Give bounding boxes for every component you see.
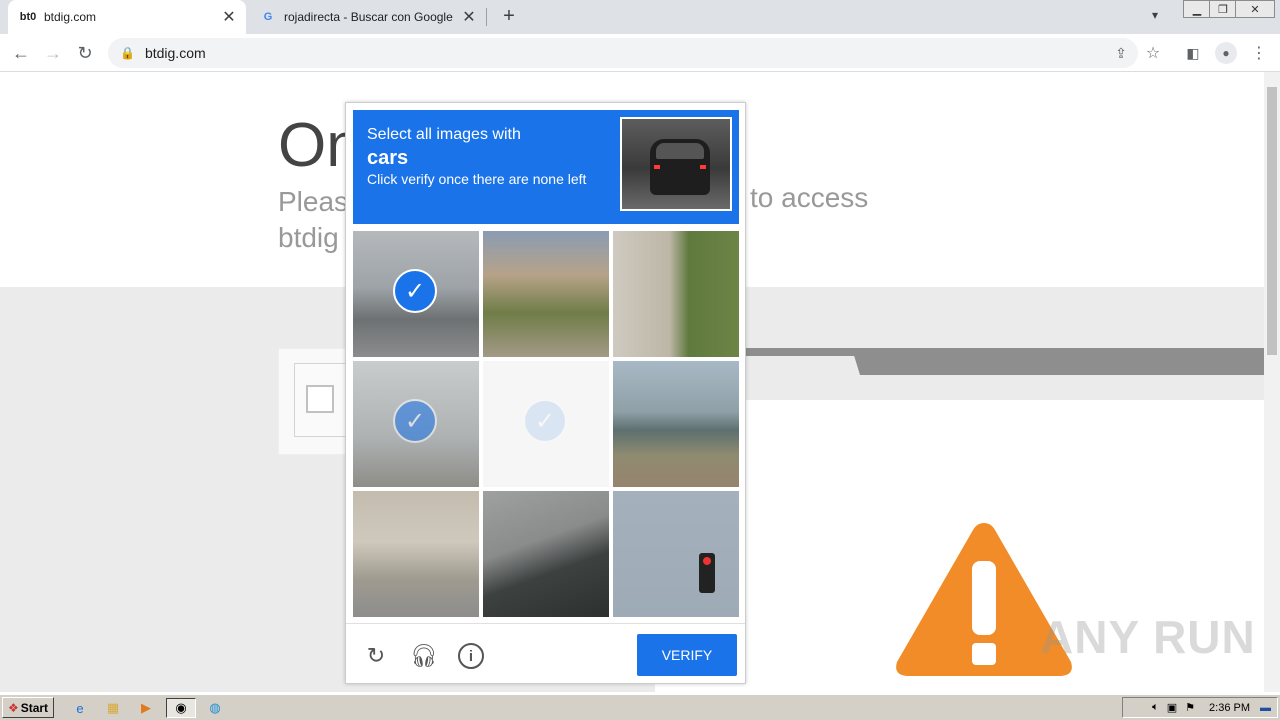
volume-icon[interactable]: 🔈︎ bbox=[1152, 701, 1159, 714]
captcha-tile-6[interactable] bbox=[613, 361, 739, 487]
tab-btdig[interactable]: bt0 btdig.com ✕ bbox=[8, 0, 246, 34]
show-desktop-icon[interactable]: ▬ bbox=[1260, 702, 1271, 714]
window-close-icon[interactable]: ✕ bbox=[1235, 0, 1275, 18]
share-icon[interactable]: ⇪ bbox=[1108, 40, 1134, 66]
edge-icon[interactable]: ◍ bbox=[205, 698, 225, 718]
tab-strip: bt0 btdig.com ✕ G rojadirecta - Buscar c… bbox=[0, 0, 1280, 34]
captcha-example-image bbox=[620, 117, 732, 211]
tab-title: rojadirecta - Buscar con Google bbox=[284, 10, 453, 24]
captcha-tile-7[interactable] bbox=[353, 491, 479, 617]
recaptcha-checkbox[interactable] bbox=[306, 385, 334, 413]
new-tab-button[interactable]: + bbox=[498, 5, 520, 27]
check-icon: ✓ bbox=[393, 269, 437, 313]
start-button[interactable]: ❖ Start bbox=[2, 697, 54, 718]
tab-search-chevron-down-icon[interactable]: ▾ bbox=[1152, 8, 1170, 26]
minimize-icon[interactable]: ▁ bbox=[1183, 0, 1211, 18]
chrome-icon[interactable]: ◉ bbox=[166, 698, 196, 718]
back-arrow-icon[interactable]: ← bbox=[8, 40, 34, 66]
ie-icon[interactable]: e bbox=[70, 698, 90, 718]
captcha-header: Select all images with cars Click verify… bbox=[353, 110, 739, 224]
reload-icon[interactable]: ↻ bbox=[362, 642, 390, 670]
clock: 2:36 PM bbox=[1209, 701, 1250, 714]
browser-toolbar: ← → ↻ 🔒 btdig.com ⇪ ☆ ◧ ● ⋮ bbox=[0, 34, 1280, 72]
close-icon[interactable]: ✕ bbox=[460, 8, 478, 26]
profile-avatar-icon[interactable]: ● bbox=[1215, 42, 1237, 64]
anyrun-watermark: ANY RUN bbox=[1040, 611, 1256, 663]
tab-divider bbox=[486, 8, 487, 26]
captcha-tile-5[interactable]: ✓ bbox=[483, 361, 609, 487]
bookmark-star-icon[interactable]: ☆ bbox=[1140, 40, 1166, 66]
media-player-icon[interactable]: ▶ bbox=[136, 698, 156, 718]
address-bar[interactable]: 🔒 btdig.com bbox=[108, 38, 1138, 68]
verify-button[interactable]: VERIFY bbox=[637, 634, 737, 676]
captcha-hint: Click verify once there are none left bbox=[367, 171, 587, 187]
captcha-footer: ↻ 🎧︎ i VERIFY bbox=[346, 623, 745, 683]
page-subtitle-line2: btdig bbox=[278, 222, 339, 253]
captcha-tile-3[interactable] bbox=[613, 231, 739, 357]
url-text: btdig.com bbox=[144, 45, 206, 61]
captcha-tile-2[interactable] bbox=[483, 231, 609, 357]
traffic-light bbox=[699, 553, 715, 593]
captcha-tile-4[interactable]: ✓ bbox=[353, 361, 479, 487]
side-panel-icon[interactable]: ◧ bbox=[1180, 40, 1206, 66]
page-subtitle-end: to access bbox=[750, 182, 869, 213]
taskbar: ❖ Start e ▦ ▶ ◉ ◍ 🔈︎ ▣ ⚑ 2:36 PM ▬ bbox=[0, 694, 1280, 720]
tab-title: btdig.com bbox=[44, 10, 97, 24]
captcha-image-grid: ✓ ✓ ✓ bbox=[353, 231, 739, 617]
reload-icon[interactable]: ↻ bbox=[72, 40, 98, 66]
check-icon: ✓ bbox=[523, 399, 567, 443]
captcha-tile-8[interactable] bbox=[483, 491, 609, 617]
windows-logo-icon: ❖ bbox=[7, 700, 19, 715]
grey-bar-tab bbox=[744, 356, 860, 375]
system-tray: 🔈︎ ▣ ⚑ 2:36 PM ▬ bbox=[1122, 697, 1278, 718]
google-favicon-icon: G bbox=[263, 11, 273, 23]
forward-arrow-icon[interactable]: → bbox=[40, 40, 66, 66]
lock-icon: 🔒 bbox=[120, 46, 135, 60]
scrollbar-thumb[interactable] bbox=[1267, 87, 1277, 355]
folder-icon[interactable]: ▦ bbox=[103, 698, 123, 718]
check-icon: ✓ bbox=[393, 399, 437, 443]
restore-icon[interactable]: ❐ bbox=[1209, 0, 1237, 18]
captcha-instruction: Select all images with bbox=[367, 126, 521, 143]
network-icon[interactable]: ▣ bbox=[1167, 701, 1177, 714]
captcha-tile-1[interactable]: ✓ bbox=[353, 231, 479, 357]
captcha-tile-9[interactable] bbox=[613, 491, 739, 617]
menu-kebab-icon[interactable]: ⋮ bbox=[1246, 40, 1272, 66]
captcha-challenge: Select all images with cars Click verify… bbox=[345, 102, 746, 684]
btdig-favicon-icon: bt0 bbox=[19, 11, 37, 23]
captcha-target: cars bbox=[367, 147, 409, 169]
headphones-icon[interactable]: 🎧︎ bbox=[410, 642, 438, 670]
tab-google[interactable]: G rojadirecta - Buscar con Google ✕ bbox=[250, 0, 486, 34]
info-icon[interactable]: i bbox=[458, 643, 484, 669]
flag-icon[interactable]: ⚑ bbox=[1185, 701, 1195, 714]
close-icon[interactable]: ✕ bbox=[220, 8, 238, 26]
